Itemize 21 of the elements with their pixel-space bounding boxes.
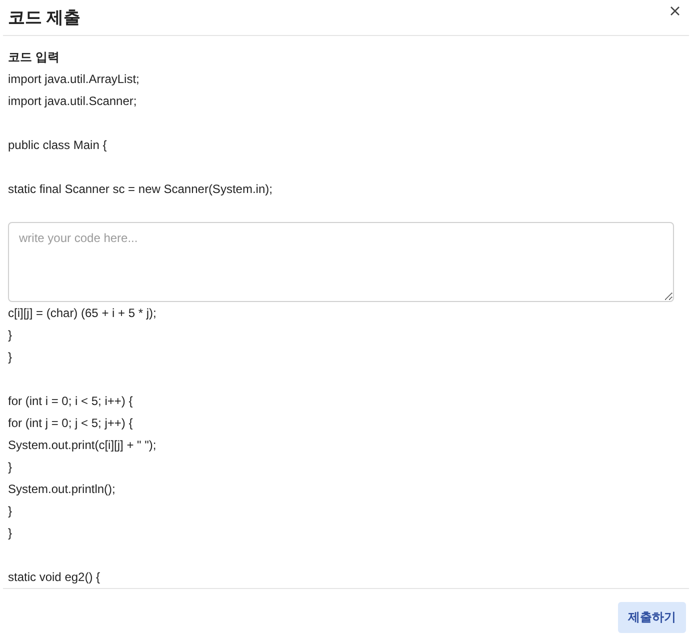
code-input-field[interactable]: write your code here... bbox=[8, 222, 674, 302]
code-line: System.out.println(); bbox=[8, 481, 116, 498]
close-icon bbox=[669, 4, 681, 16]
code-line: } bbox=[8, 525, 14, 542]
code-line: c[i][j] = (char) (65 + i + 5 * j); bbox=[8, 305, 158, 322]
code-line: for (int i = 0; i < 5; i++) { bbox=[8, 393, 134, 410]
code-input-label: 코드 입력 bbox=[8, 49, 60, 66]
close-button[interactable] bbox=[669, 4, 681, 16]
dialog-title: 코드 제출 bbox=[8, 7, 81, 29]
submit-button[interactable]: 제출하기 bbox=[618, 602, 686, 633]
code-line: static final Scanner sc = new Scanner(System.in); bbox=[8, 181, 274, 198]
code-line: } bbox=[8, 459, 14, 476]
code-line: } bbox=[8, 349, 14, 366]
code-line: public class Main { bbox=[8, 137, 108, 154]
code-line: import java.util.ArrayList; bbox=[8, 71, 140, 88]
code-line: for (int j = 0; j < 5; j++) { bbox=[8, 415, 134, 432]
code-line: static void eg2() { bbox=[8, 569, 102, 586]
code-line: } bbox=[8, 503, 14, 520]
code-line: import java.util.Scanner; bbox=[8, 93, 138, 110]
code-line: System.out.print(c[i][j] + " "); bbox=[8, 437, 158, 454]
code-line: } bbox=[8, 327, 14, 344]
